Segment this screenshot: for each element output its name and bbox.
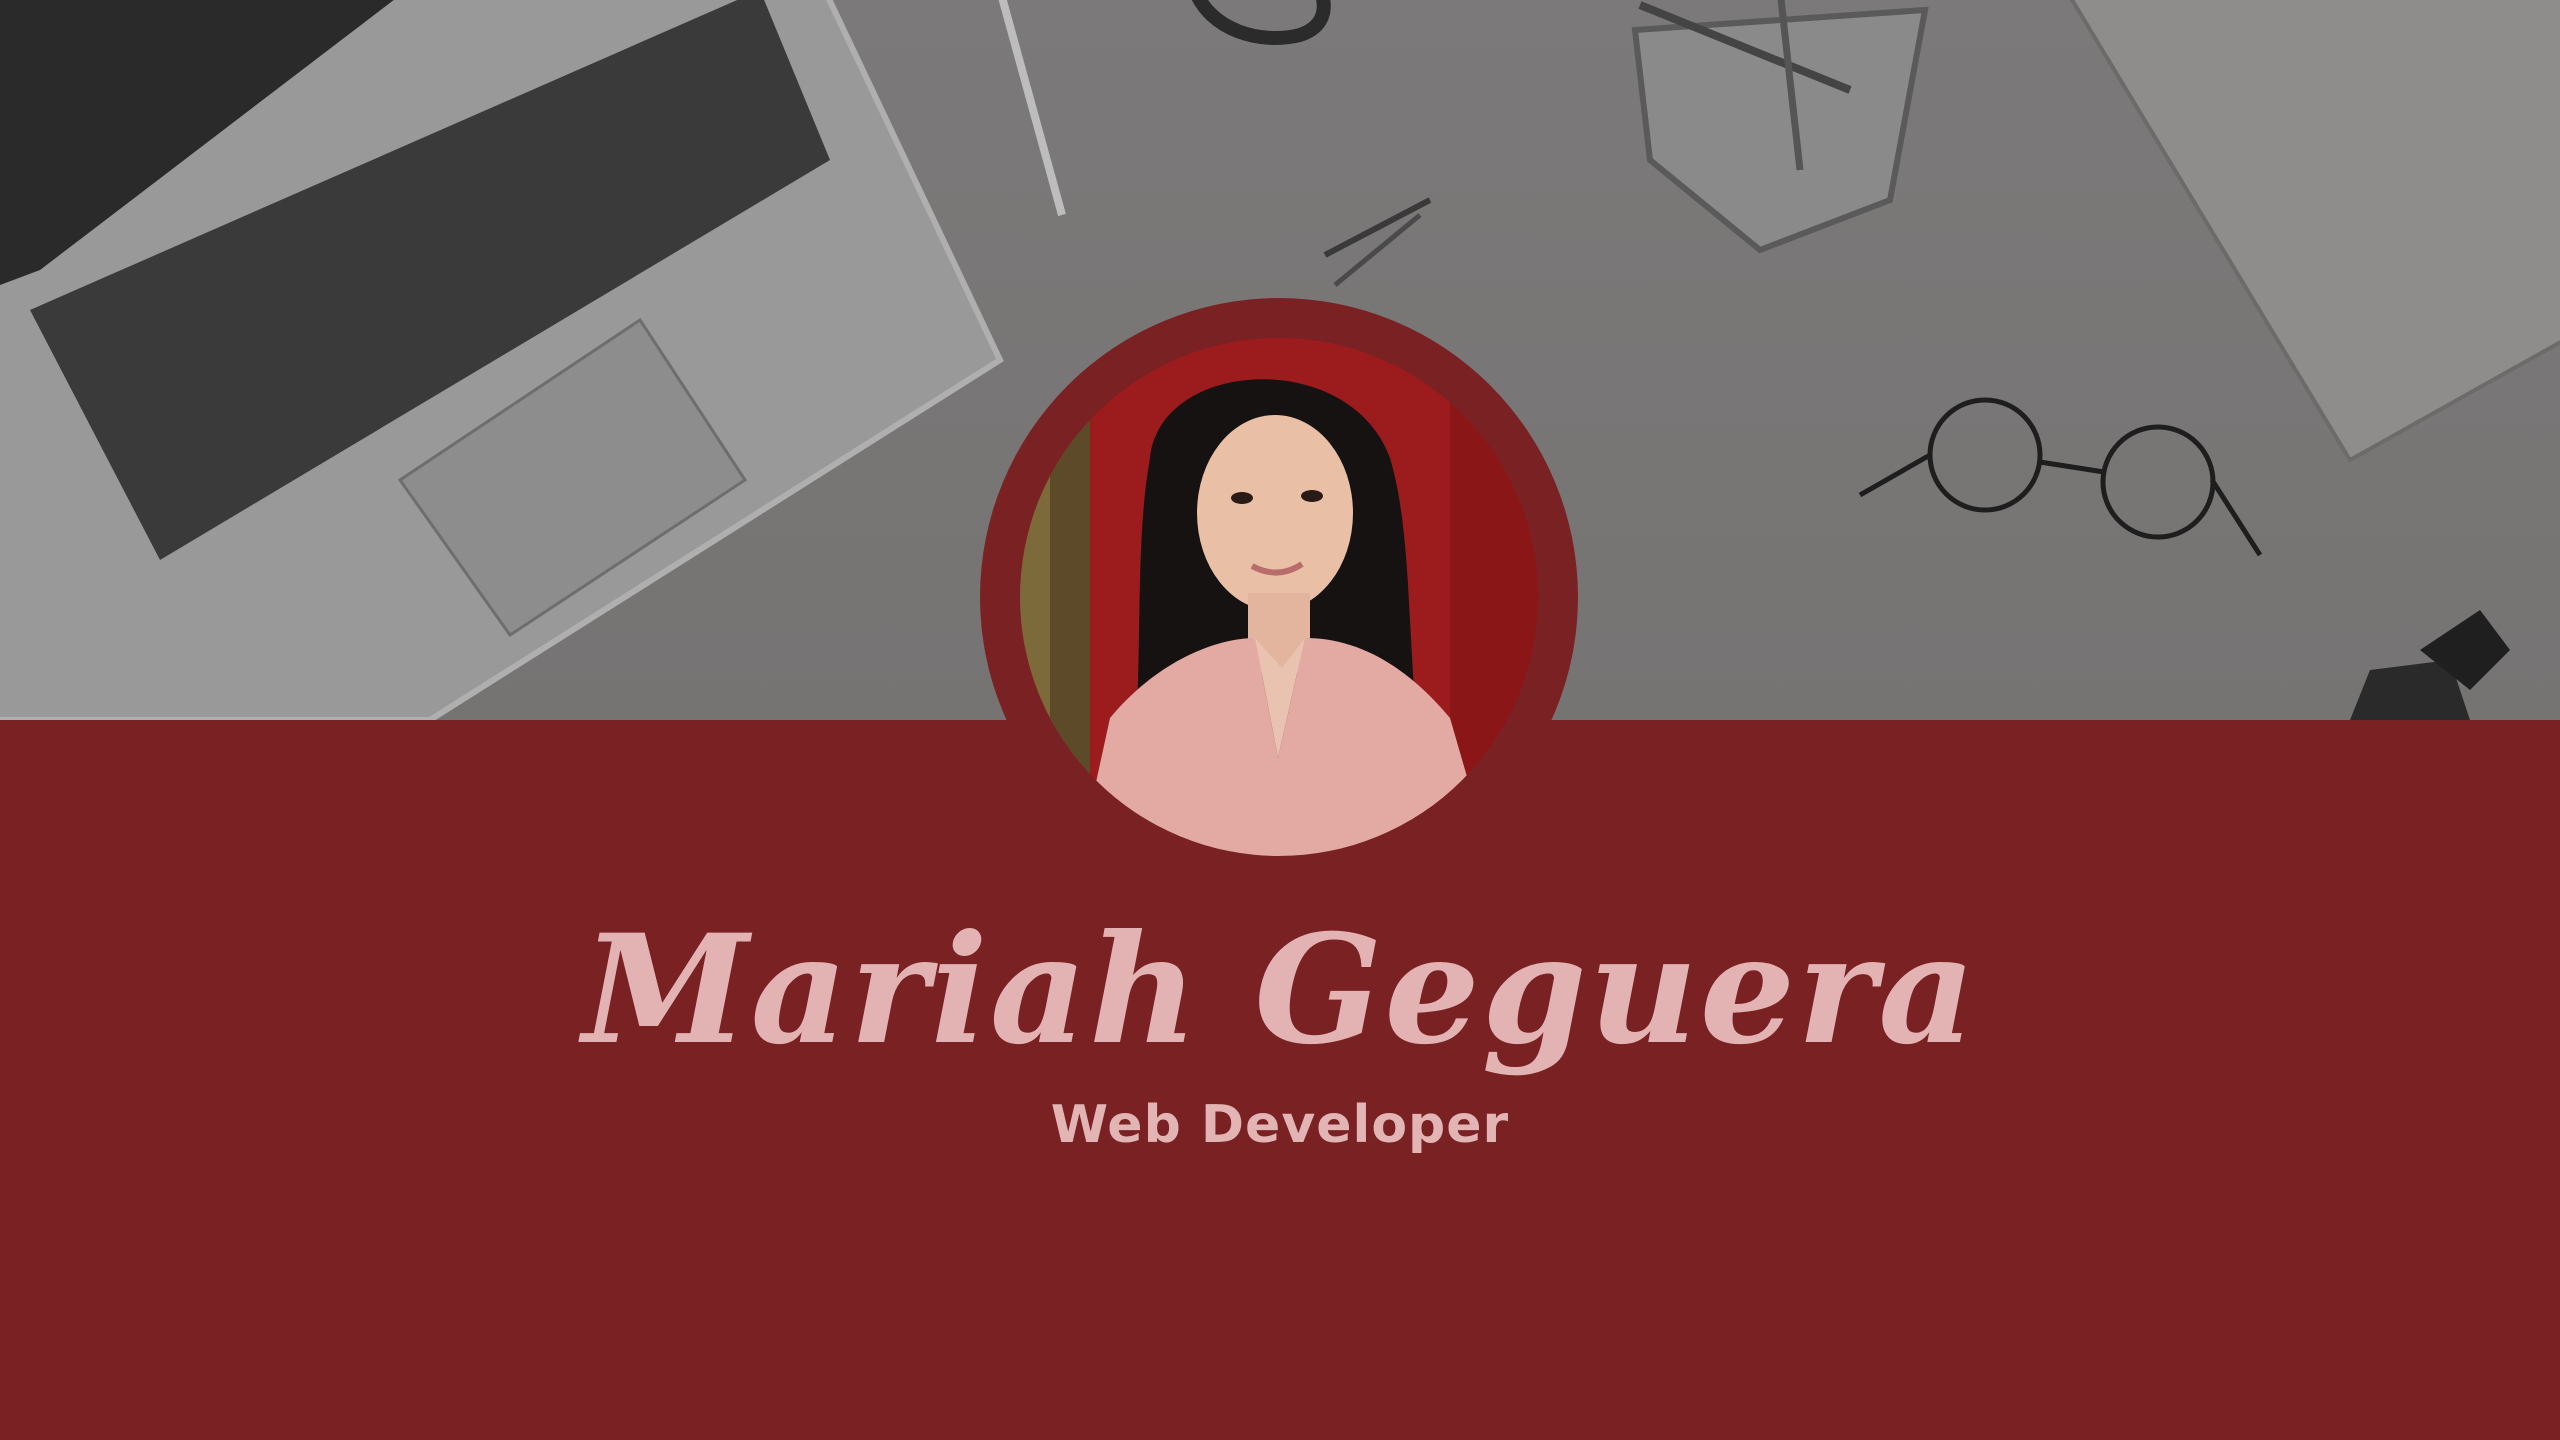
- profile-name: Mariah Geguera: [582, 902, 1978, 1078]
- glasses-illustration: [1858, 397, 2263, 557]
- profile-photo-icon: [1020, 338, 1538, 856]
- profile-role: Web Developer: [1050, 1095, 1510, 1155]
- pen-holder-illustration: [1631, 0, 1929, 254]
- banner: Mariah Geguera Web Developer: [0, 0, 2560, 1440]
- laptop-illustration: [0, 0, 1004, 720]
- avatar: [1020, 338, 1538, 856]
- pen-illustration: [998, 0, 1432, 287]
